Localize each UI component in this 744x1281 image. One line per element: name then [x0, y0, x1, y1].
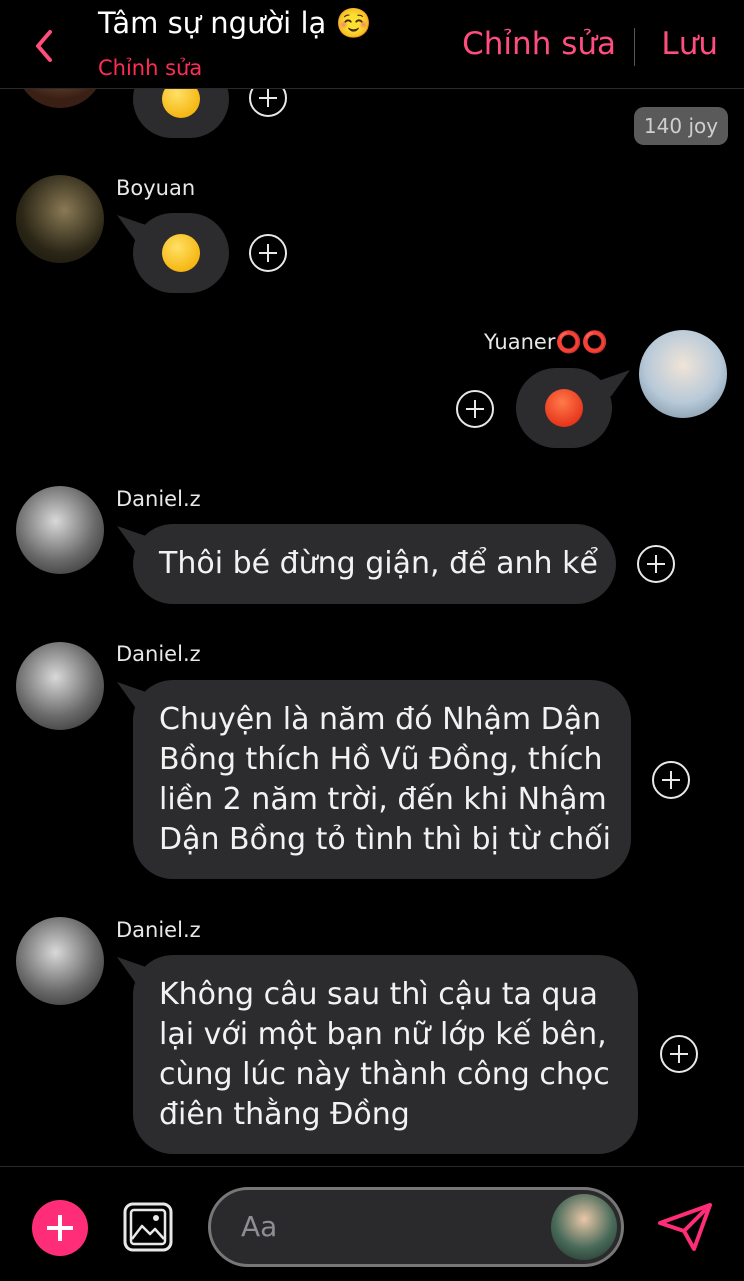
- gallery-button[interactable]: [122, 1201, 174, 1253]
- avatar-daniel[interactable]: [16, 917, 104, 1005]
- send-button[interactable]: [656, 1201, 714, 1253]
- back-button[interactable]: [30, 26, 60, 66]
- joy-badge: 140 joy: [634, 107, 728, 145]
- message-bubble[interactable]: [516, 368, 612, 448]
- back-chevron-icon: [36, 30, 52, 62]
- send-icon: [658, 1203, 712, 1251]
- message-input-placeholder: Aa: [241, 1210, 278, 1243]
- avatar-yuaner[interactable]: [639, 330, 727, 418]
- message-input[interactable]: Aa: [208, 1187, 624, 1267]
- avatar-boyuan[interactable]: [16, 175, 104, 263]
- sender-name: Daniel.z: [116, 918, 201, 942]
- message-text-line: liền 2 năm trời, đến khi Nhậm: [159, 782, 607, 817]
- composer-bar: Aa: [0, 1166, 744, 1281]
- header-divider: [634, 28, 635, 66]
- chat-subtitle[interactable]: Chỉnh sửa: [98, 56, 202, 80]
- react-plus-icon[interactable]: [637, 545, 675, 583]
- message-text-line: lại với một bạn nữ lớp kế bên,: [159, 1017, 607, 1052]
- chat-screen: Tâm sự người lạ ☺️ Chỉnh sửa Chỉnh sửa L…: [0, 0, 744, 1281]
- message-bubble[interactable]: Không câu sau thì cậu ta qua lại với một…: [133, 955, 638, 1154]
- message-bubble[interactable]: Chuyện là năm đó Nhậm Dận Bồng thích Hồ …: [133, 680, 631, 879]
- react-plus-icon[interactable]: [249, 234, 287, 272]
- header: Tâm sự người lạ ☺️ Chỉnh sửa Chỉnh sửa L…: [0, 0, 744, 89]
- add-button[interactable]: [32, 1200, 88, 1256]
- sender-name: Yuaner⭕⭕: [484, 330, 608, 354]
- sender-name: Daniel.z: [116, 487, 201, 511]
- message-bubble[interactable]: [133, 213, 229, 293]
- message-text-line: Dận Bồng tỏ tình thì bị từ chối: [159, 822, 611, 857]
- message-text-line: Bồng thích Hồ Vũ Đồng, thích: [159, 742, 603, 777]
- angry-emoji-icon: [545, 389, 583, 427]
- react-plus-icon[interactable]: [660, 1035, 698, 1073]
- react-plus-icon[interactable]: [652, 761, 690, 799]
- message-text-line: cùng lúc này thành công chọc: [159, 1057, 610, 1092]
- message-text-line: Không câu sau thì cậu ta qua: [159, 977, 598, 1012]
- sticker-avatar[interactable]: [551, 1194, 617, 1260]
- chat-title: Tâm sự người lạ ☺️: [98, 6, 372, 40]
- avatar-daniel[interactable]: [16, 642, 104, 730]
- message-text-line: Chuyện là năm đó Nhậm Dận: [159, 702, 602, 737]
- smirk-emoji-icon: [162, 234, 200, 272]
- sender-name: Boyuan: [116, 176, 196, 200]
- message-bubble[interactable]: Thôi bé đừng giận, để anh kể: [133, 524, 616, 604]
- sender-name: Daniel.z: [116, 642, 201, 666]
- react-plus-icon[interactable]: [456, 390, 494, 428]
- avatar-daniel[interactable]: [16, 486, 104, 574]
- message-text: Thôi bé đừng giận, để anh kể: [159, 546, 598, 581]
- save-button[interactable]: Lưu: [661, 26, 718, 62]
- edit-button[interactable]: Chỉnh sửa: [462, 26, 616, 62]
- message-text-line: điên thằng Đồng: [159, 1097, 410, 1132]
- gallery-icon: [123, 1202, 173, 1252]
